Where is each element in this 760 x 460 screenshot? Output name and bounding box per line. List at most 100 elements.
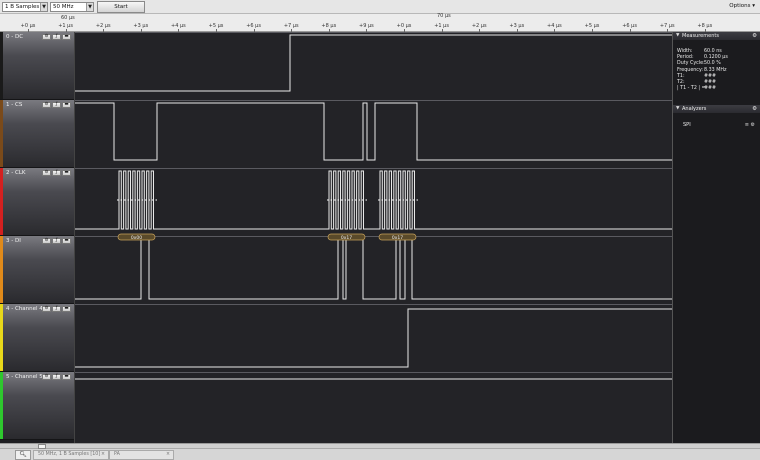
waveform-canvas[interactable]: 0x00 0x17 0x17 [75, 32, 673, 443]
measurement-label: Frequency: [677, 67, 704, 73]
channel-button-group: ⚙ ƒ ▬ [42, 238, 73, 244]
channel-color-strip [0, 236, 3, 303]
analyzer-label: SPI [683, 122, 691, 128]
channel-settings-icon[interactable]: ⚙ [42, 306, 51, 312]
channel-name: 1 - CS [6, 102, 23, 108]
time-ruler[interactable]: 60 µs 70 µs +0 µs +1 µs +2 µs +3 µs +4 µs +5 … [0, 13, 760, 32]
measurement-value: 50.0 % [704, 61, 721, 67]
channel-name: 2 - CLK [6, 170, 26, 176]
channel-separator [75, 236, 673, 237]
cs-trace [75, 102, 673, 161]
channel-separator [75, 372, 673, 373]
horizontal-scrollbar[interactable] [0, 444, 760, 449]
channel-collapse-icon[interactable]: ▬ [62, 306, 71, 312]
channel-button-group: ⚙ ƒ ▬ [42, 102, 73, 108]
channel-settings-icon[interactable]: ⚙ [42, 374, 51, 380]
waveform-channel-0 [75, 34, 673, 92]
channel-name: 3 - DI [6, 238, 21, 244]
channel-name: 4 - Channel 4 [6, 306, 43, 312]
measurement-label: | T1 - T2 | = [677, 86, 706, 92]
scrollbar-thumb[interactable] [38, 444, 46, 449]
channel-trigger-icon[interactable]: ƒ [52, 34, 61, 40]
channel-trigger-icon[interactable]: ƒ [52, 374, 61, 380]
measurement-label: T2: [677, 80, 685, 85]
measurements-title: Measurements [682, 33, 719, 39]
channel-settings-icon[interactable]: ⚙ [42, 34, 51, 40]
measurement-value: 0.1200 µs [704, 55, 728, 61]
channel-settings-icon[interactable]: ⚙ [42, 170, 51, 176]
channel-label-5[interactable]: 5 - Channel 5 ⚙ ƒ ▬ [0, 372, 74, 440]
measurements-gear-icon[interactable]: ⚙ [752, 32, 757, 40]
options-label: Options [729, 3, 751, 9]
measurement-row: | T1 - T2 | = ### [677, 86, 759, 92]
collapse-triangle-icon: ▼ [676, 106, 680, 111]
options-dropdown-icon: ▾ [752, 3, 755, 9]
channel-button-group: ⚙ ƒ ▬ [42, 170, 73, 176]
channel-color-strip [0, 168, 3, 235]
channel-label-0[interactable]: 0 - DC ⚙ ƒ ▬ [0, 32, 74, 100]
channel-separator [75, 168, 673, 169]
channel-settings-icon[interactable]: ⚙ [42, 102, 51, 108]
rate-dropdown-arrow-icon[interactable]: ▼ [86, 3, 93, 11]
channel-label-1[interactable]: 1 - CS ⚙ ƒ ▬ [0, 100, 74, 168]
channel-trigger-icon[interactable]: ƒ [52, 306, 61, 312]
tab-close-icon[interactable]: × [101, 451, 105, 459]
analyzers-gear-icon[interactable]: ⚙ [752, 105, 757, 113]
di-trace [75, 238, 673, 300]
side-panel: ▼ Measurements ⚙ Width: 60.0 ns Period: 0.1… [672, 32, 760, 443]
tab-close-icon[interactable]: × [166, 451, 170, 459]
channel-trigger-icon[interactable]: ƒ [52, 170, 61, 176]
waveform-channel-3 [75, 238, 673, 300]
samples-select-value: 1 B Samples [5, 4, 40, 10]
measurement-value: ### [704, 73, 717, 79]
measurement-row: T1: ### [677, 74, 759, 80]
channel-collapse-icon[interactable]: ▬ [62, 238, 71, 244]
channel-button-group: ⚙ ƒ ▬ [42, 374, 73, 380]
channel-button-group: ⚙ ƒ ▬ [42, 34, 73, 40]
analyzers-header[interactable]: ▼ Analyzers ⚙ [673, 105, 760, 113]
measurement-value: 8.33 MHz [704, 67, 727, 73]
samples-dropdown-arrow-icon[interactable]: ▼ [40, 3, 47, 11]
ruler-center-time: 70 µs [437, 13, 451, 19]
channel-separator [75, 100, 673, 101]
waveform-area[interactable]: 0x00 0x17 0x17 [74, 32, 673, 443]
rate-select-value: 50 MHz [53, 4, 74, 10]
analyzer-settings-icon[interactable]: ≡ ⚙ [745, 122, 755, 128]
channel-collapse-icon[interactable]: ▬ [62, 170, 71, 176]
decode-bubble-label: 0x17 [341, 235, 352, 241]
channel-color-strip [0, 100, 3, 167]
tab-label: 50 MHz, 1 B Samples [10] [38, 452, 101, 457]
logic-analyzer-window: 1 B Samples ▼ 50 MHz ▼ Start Options ▾ 6… [0, 0, 760, 460]
samples-select[interactable]: 1 B Samples ▼ [2, 2, 48, 12]
channel-collapse-icon[interactable]: ▬ [62, 34, 71, 40]
options-button[interactable]: Options ▾ [729, 3, 755, 9]
decode-bubble-label: 0x00 [131, 235, 142, 241]
channel-separator [75, 304, 673, 305]
measurement-value: 60.0 ns [704, 49, 722, 54]
start-button[interactable]: Start [97, 1, 145, 13]
analyzer-item-spi[interactable]: SPI ≡ ⚙ [683, 122, 757, 130]
measurement-row: Frequency: 8.33 MHz [677, 68, 759, 74]
channel-collapse-icon[interactable]: ▬ [62, 374, 71, 380]
tab-session-pa[interactable]: PA × [109, 450, 174, 460]
waveform-channel-4 [75, 308, 673, 368]
channel-color-strip [0, 304, 3, 371]
channel-settings-icon[interactable]: ⚙ [42, 238, 51, 244]
channel-label-3[interactable]: 3 - DI ⚙ ƒ ▬ [0, 236, 74, 304]
channel-label-4[interactable]: 4 - Channel 4 ⚙ ƒ ▬ [0, 304, 74, 372]
channel-trigger-icon[interactable]: ƒ [52, 238, 61, 244]
tab-session-capture[interactable]: 50 MHz, 1 B Samples [10] × [33, 450, 109, 460]
search-tab[interactable]: 🔍︎ [15, 450, 31, 460]
measurement-label: Width: [677, 49, 693, 54]
decode-bubble-label: 0x17 [392, 235, 403, 241]
channel-collapse-icon[interactable]: ▬ [62, 102, 71, 108]
channel-trigger-icon[interactable]: ƒ [52, 102, 61, 108]
waveform-channel-1 [75, 102, 673, 161]
rate-select[interactable]: 50 MHz ▼ [50, 2, 94, 12]
channel-color-strip [0, 372, 3, 439]
ch4-trace [75, 308, 673, 368]
channel-label-2[interactable]: 2 - CLK ⚙ ƒ ▬ [0, 168, 74, 236]
measurement-label: Duty Cycle: [677, 61, 705, 67]
measurements-header[interactable]: ▼ Measurements ⚙ [673, 32, 760, 40]
search-icon: 🔍︎ [19, 451, 27, 458]
